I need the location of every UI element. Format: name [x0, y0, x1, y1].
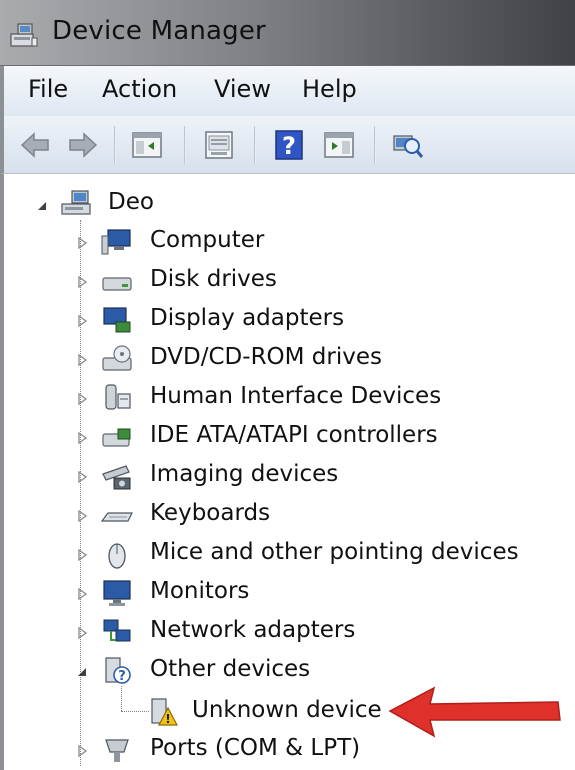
toolbar: ?	[0, 116, 575, 174]
show-hide-console-tree-icon[interactable]	[128, 126, 166, 164]
tree-item-label: IDE ATA/ATAPI controllers	[150, 422, 438, 448]
monitor-icon	[103, 580, 131, 606]
toolbar-separator	[184, 126, 186, 164]
toolbar-separator	[254, 126, 256, 164]
tree-item-label: Imaging devices	[150, 461, 339, 487]
tree-item-label: Other devices	[150, 656, 311, 682]
expand-triangle-icon[interactable]	[74, 586, 90, 602]
expand-triangle-icon[interactable]	[74, 235, 90, 251]
keyboard-icon	[100, 512, 133, 522]
expand-triangle-icon[interactable]	[74, 508, 90, 524]
back-icon[interactable]	[16, 126, 54, 164]
svg-text:?: ?	[282, 132, 296, 160]
tree-item-monitors[interactable]: Monitors	[4, 575, 575, 611]
annotation-arrow-icon	[388, 686, 561, 738]
expand-triangle-icon[interactable]	[74, 391, 90, 407]
tree-root-label: Deo	[108, 189, 154, 215]
title-bar: Device Manager	[0, 0, 575, 66]
computer-icon	[101, 229, 131, 255]
port-icon	[105, 739, 129, 762]
tree-item-human-interface-devices[interactable]: Human Interface Devices	[4, 380, 575, 416]
tree-item-label: Unknown device	[192, 697, 382, 723]
menu-action[interactable]: Action	[102, 75, 177, 103]
help-icon[interactable]: ?	[270, 126, 308, 164]
tree-item-label: Monitors	[150, 578, 250, 604]
tree-item-label: Ports (COM & LPT)	[150, 735, 361, 761]
imaging-device-icon	[102, 465, 131, 490]
expand-triangle-icon[interactable]	[74, 430, 90, 446]
network-adapter-icon	[103, 619, 131, 642]
tree-item-label: Display adapters	[150, 305, 345, 331]
tree-root-deo[interactable]: Deo	[4, 186, 575, 222]
menu-file[interactable]: File	[28, 75, 68, 103]
disk-drive-icon	[102, 277, 132, 291]
expand-triangle-icon[interactable]	[74, 313, 90, 329]
tree-item-computer[interactable]: Computer	[4, 224, 575, 260]
scan-hardware-icon[interactable]	[388, 126, 426, 164]
menu-bar: File Action View Help	[0, 66, 575, 116]
computer-icon	[61, 190, 91, 215]
tree-item-ide-ata-atapi-controllers[interactable]: IDE ATA/ATAPI controllers	[4, 419, 575, 455]
tree-item-label: DVD/CD-ROM drives	[150, 344, 382, 370]
expand-triangle-icon[interactable]	[74, 469, 90, 485]
action-pane-icon[interactable]	[320, 126, 358, 164]
tree-item-label: Computer	[150, 227, 265, 253]
properties-icon[interactable]	[200, 126, 238, 164]
collapse-triangle-icon[interactable]	[34, 198, 50, 214]
tree-item-imaging-devices[interactable]: Imaging devices	[4, 458, 575, 494]
tree-item-keyboards[interactable]: Keyboards	[4, 497, 575, 533]
warning-device-icon: !	[151, 698, 178, 726]
svg-text:!: !	[165, 712, 170, 726]
tree-item-label: Keyboards	[150, 500, 271, 526]
tree-item-display-adapters[interactable]: Display adapters	[4, 302, 575, 338]
expand-triangle-icon[interactable]	[74, 274, 90, 290]
tree-item-label: Disk drives	[150, 266, 277, 292]
svg-text:?: ?	[118, 669, 126, 684]
tree-item-mice[interactable]: Mice and other pointing devices	[4, 536, 575, 572]
expand-triangle-icon[interactable]	[74, 743, 90, 759]
display-adapter-icon	[103, 307, 131, 333]
tree-item-network-adapters[interactable]: Network adapters	[4, 614, 575, 650]
toolbar-separator	[114, 126, 116, 164]
other-devices-icon: ?	[105, 657, 131, 684]
tree-item-disk-drives[interactable]: Disk drives	[4, 263, 575, 299]
expand-triangle-icon[interactable]	[74, 625, 90, 641]
expand-triangle-icon[interactable]	[74, 352, 90, 368]
device-tree: Deo Computer Disk drives Display adapter…	[0, 174, 575, 770]
toolbar-separator	[374, 126, 376, 164]
tree-item-label: Human Interface Devices	[150, 383, 442, 409]
tree-item-label: Mice and other pointing devices	[150, 539, 519, 565]
tree-item-dvd-cd-rom-drives[interactable]: DVD/CD-ROM drives	[4, 341, 575, 377]
device-manager-icon	[10, 23, 38, 47]
hid-icon	[105, 384, 131, 410]
expand-triangle-icon[interactable]	[74, 547, 90, 563]
collapse-triangle-icon[interactable]	[74, 664, 90, 680]
window-title: Device Manager	[52, 16, 266, 46]
menu-help[interactable]: Help	[302, 75, 357, 103]
ide-controller-icon	[102, 428, 131, 447]
menu-view[interactable]: View	[214, 75, 271, 103]
mouse-icon	[108, 543, 126, 569]
tree-item-label: Network adapters	[150, 617, 356, 643]
dvd-drive-icon	[102, 345, 132, 371]
forward-icon[interactable]	[64, 126, 102, 164]
